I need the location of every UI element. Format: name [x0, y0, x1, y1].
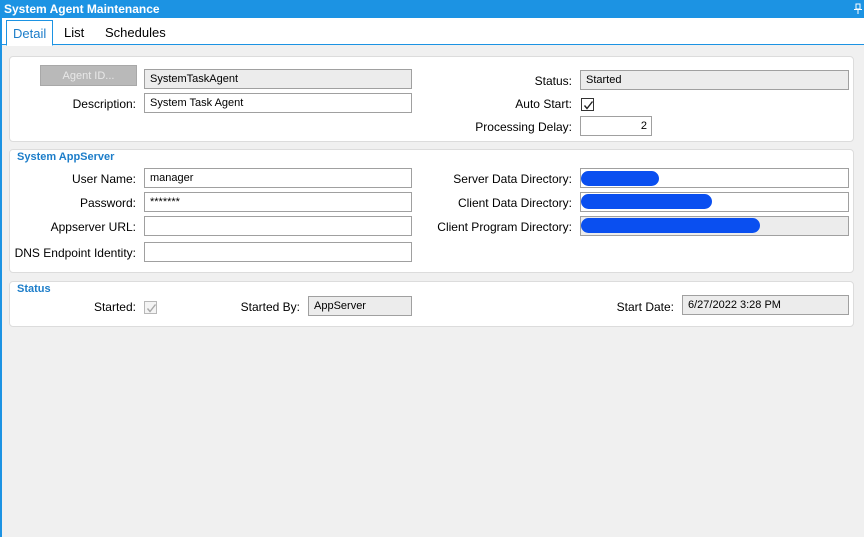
started-by-field[interactable]: AppServer	[308, 296, 412, 316]
description-field[interactable]: System Task Agent	[144, 93, 412, 113]
started-checkbox	[144, 301, 157, 314]
password-field[interactable]: *******	[144, 192, 412, 212]
status-label: Status:	[534, 74, 572, 88]
status-legend: Status	[17, 283, 51, 295]
window-left-border	[0, 18, 2, 537]
checkmark-icon	[583, 101, 594, 110]
password-label: Password:	[79, 196, 136, 210]
start-date-field[interactable]: 6/27/2022 3:28 PM	[682, 295, 849, 315]
appserver-url-field[interactable]	[144, 216, 412, 236]
description-label: Description:	[72, 97, 136, 111]
status-panel: Status Started: Started By: AppServer St…	[9, 281, 854, 327]
started-label: Started:	[93, 300, 136, 314]
started-by-label: Started By:	[240, 300, 300, 314]
redaction-mark	[581, 194, 712, 209]
auto-start-label: Auto Start:	[515, 97, 572, 111]
user-name-field[interactable]: manager	[144, 168, 412, 188]
window-title: System Agent Maintenance	[4, 2, 160, 16]
user-name-label: User Name:	[71, 172, 136, 186]
redaction-mark	[581, 218, 760, 233]
processing-delay-label: Processing Delay:	[475, 120, 572, 134]
client-program-directory-label: Client Program Directory:	[437, 220, 572, 234]
tab-strip: Detail List Schedules	[2, 18, 864, 46]
tab-list[interactable]: List	[58, 22, 90, 45]
client-program-directory-field[interactable]	[580, 216, 849, 236]
auto-start-checkbox[interactable]	[581, 98, 594, 111]
agent-id-field[interactable]: SystemTaskAgent	[144, 69, 412, 89]
status-field[interactable]: Started	[580, 70, 849, 90]
window-title-bar: System Agent Maintenance	[0, 0, 864, 18]
start-date-label: Start Date:	[616, 300, 674, 314]
client-data-directory-field[interactable]	[580, 192, 849, 212]
agent-panel: Agent ID... SystemTaskAgent Description:…	[9, 56, 854, 142]
appserver-legend: System AppServer	[17, 151, 115, 163]
agent-id-button[interactable]: Agent ID...	[40, 65, 137, 86]
pin-icon[interactable]	[854, 2, 862, 14]
server-data-directory-field[interactable]	[580, 168, 849, 188]
tab-detail[interactable]: Detail	[6, 20, 54, 46]
dns-endpoint-field[interactable]	[144, 242, 412, 262]
tab-schedules[interactable]: Schedules	[99, 22, 172, 45]
client-data-directory-label: Client Data Directory:	[457, 196, 572, 210]
appserver-url-label: Appserver URL:	[50, 220, 136, 234]
appserver-panel: System AppServer User Name: manager Pass…	[9, 149, 854, 273]
processing-delay-field[interactable]: 2	[580, 116, 652, 136]
checkmark-icon	[146, 304, 157, 313]
dns-endpoint-label: DNS Endpoint Identity:	[14, 246, 136, 260]
server-data-directory-label: Server Data Directory:	[453, 172, 572, 186]
redaction-mark	[581, 171, 659, 186]
